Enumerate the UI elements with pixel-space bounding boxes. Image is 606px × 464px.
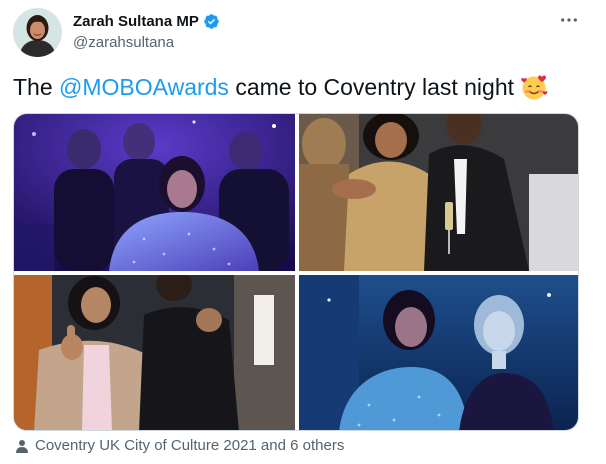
photo-selfie-two-women[interactable] (299, 275, 578, 430)
more-options-icon[interactable] (556, 10, 582, 30)
tagged-label[interactable]: Coventry UK City of Culture 2021 and 6 o… (35, 437, 344, 454)
author-name-row[interactable]: Zarah Sultana MP (73, 13, 220, 30)
photo-thumbs-up[interactable] (14, 275, 295, 430)
author-display-name[interactable]: Zarah Sultana MP (73, 13, 199, 30)
avatar[interactable] (13, 8, 62, 57)
tweet-text: The @MOBOAwards came to Coventry last ni… (13, 73, 550, 101)
person-icon (15, 439, 29, 453)
tweet-text-after: came to Coventry last night (228, 74, 515, 100)
photo-selfie-group[interactable] (14, 114, 295, 271)
tagged-people[interactable]: Coventry UK City of Culture 2021 and 6 o… (15, 437, 344, 454)
tweet-text-before: The (13, 74, 60, 100)
author-handle[interactable]: @zarahsultana (73, 34, 174, 51)
smiling-face-with-hearts-emoji (520, 73, 550, 101)
photo-two-people-drinks[interactable] (299, 114, 578, 271)
media-grid (13, 113, 579, 431)
tweet-card[interactable]: Zarah Sultana MP @zarahsultana The @MOBO… (0, 0, 606, 464)
mention-link[interactable]: @MOBOAwards (59, 73, 229, 101)
verified-badge-icon (203, 13, 220, 30)
